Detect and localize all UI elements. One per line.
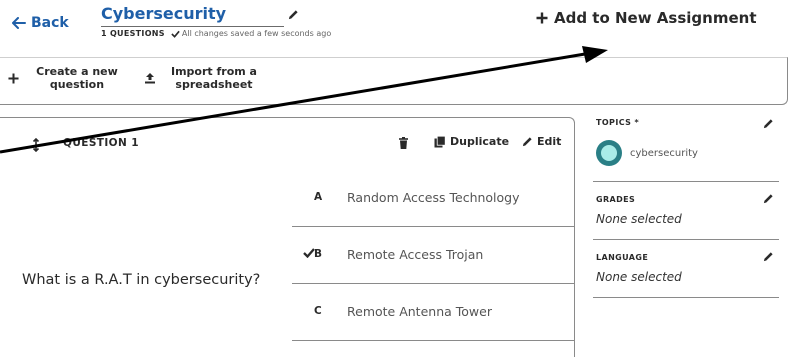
language-heading: LANGUAGE [596, 253, 649, 262]
topic-avatar [596, 140, 622, 166]
answer-letter: B [314, 248, 323, 260]
pencil-icon[interactable] [763, 118, 774, 129]
grades-value: None selected [596, 212, 682, 226]
trash-icon [399, 137, 408, 149]
import-spreadsheet-label: Import from a spreadsheet [171, 65, 257, 91]
edit-button[interactable]: Edit [522, 135, 561, 148]
question-text: What is a R.A.T in cybersecurity? [22, 272, 261, 288]
duplicate-button[interactable]: Duplicate [434, 135, 509, 148]
divider [292, 340, 575, 341]
topics-heading: TOPICS * [596, 118, 640, 127]
copy-icon [434, 135, 446, 148]
add-to-new-assignment-button[interactable]: Add to New Assignment [536, 9, 757, 27]
grades-heading: GRADES [596, 195, 636, 204]
question-count: 1 QUESTIONS [101, 29, 165, 38]
pencil-icon[interactable] [288, 9, 299, 20]
plus-icon [8, 72, 19, 84]
question-toolbar: Create a new question Import from a spre… [0, 57, 788, 105]
divider [593, 239, 779, 240]
topic-chip[interactable]: cybersecurity [596, 140, 698, 166]
answer-option[interactable]: A Random Access Technology [292, 169, 575, 226]
upload-icon [144, 72, 156, 84]
language-value: None selected [596, 270, 682, 284]
divider [593, 297, 779, 298]
pencil-icon[interactable] [763, 193, 774, 204]
plus-icon [536, 12, 548, 24]
quiz-meta: 1 QUESTIONS All changes saved a few seco… [101, 29, 331, 38]
create-question-button[interactable]: Create a new question [8, 65, 129, 91]
delete-button[interactable] [399, 137, 408, 149]
arrow-left-icon [12, 17, 26, 29]
add-assignment-label: Add to New Assignment [554, 9, 757, 27]
pencil-icon [522, 136, 533, 147]
answer-text: Random Access Technology [347, 190, 520, 205]
topic-name: cybersecurity [630, 147, 698, 159]
edit-label: Edit [537, 135, 562, 148]
back-button[interactable]: Back [12, 12, 69, 34]
save-status: All changes saved a few seconds ago [171, 29, 331, 38]
answer-text: Remote Access Trojan [347, 247, 484, 262]
import-spreadsheet-button[interactable]: Import from a spreadsheet [144, 65, 266, 91]
duplicate-label: Duplicate [450, 135, 510, 148]
divider [593, 181, 779, 182]
pencil-icon[interactable] [763, 251, 774, 262]
answer-letter: C [314, 305, 322, 317]
drag-handle-icon[interactable] [32, 138, 40, 152]
check-icon [171, 30, 180, 38]
create-question-label: Create a new question [36, 65, 118, 91]
question-number: QUESTION 1 [63, 137, 139, 149]
quiz-title-input[interactable]: Cybersecurity [101, 4, 284, 27]
answer-letter: A [314, 191, 323, 203]
answer-option[interactable]: C Remote Antenna Tower [292, 283, 575, 340]
answer-text: Remote Antenna Tower [347, 304, 492, 319]
answer-option-correct[interactable]: B Remote Access Trojan [292, 226, 575, 283]
back-label: Back [31, 15, 69, 31]
save-status-text: All changes saved a few seconds ago [181, 29, 332, 38]
